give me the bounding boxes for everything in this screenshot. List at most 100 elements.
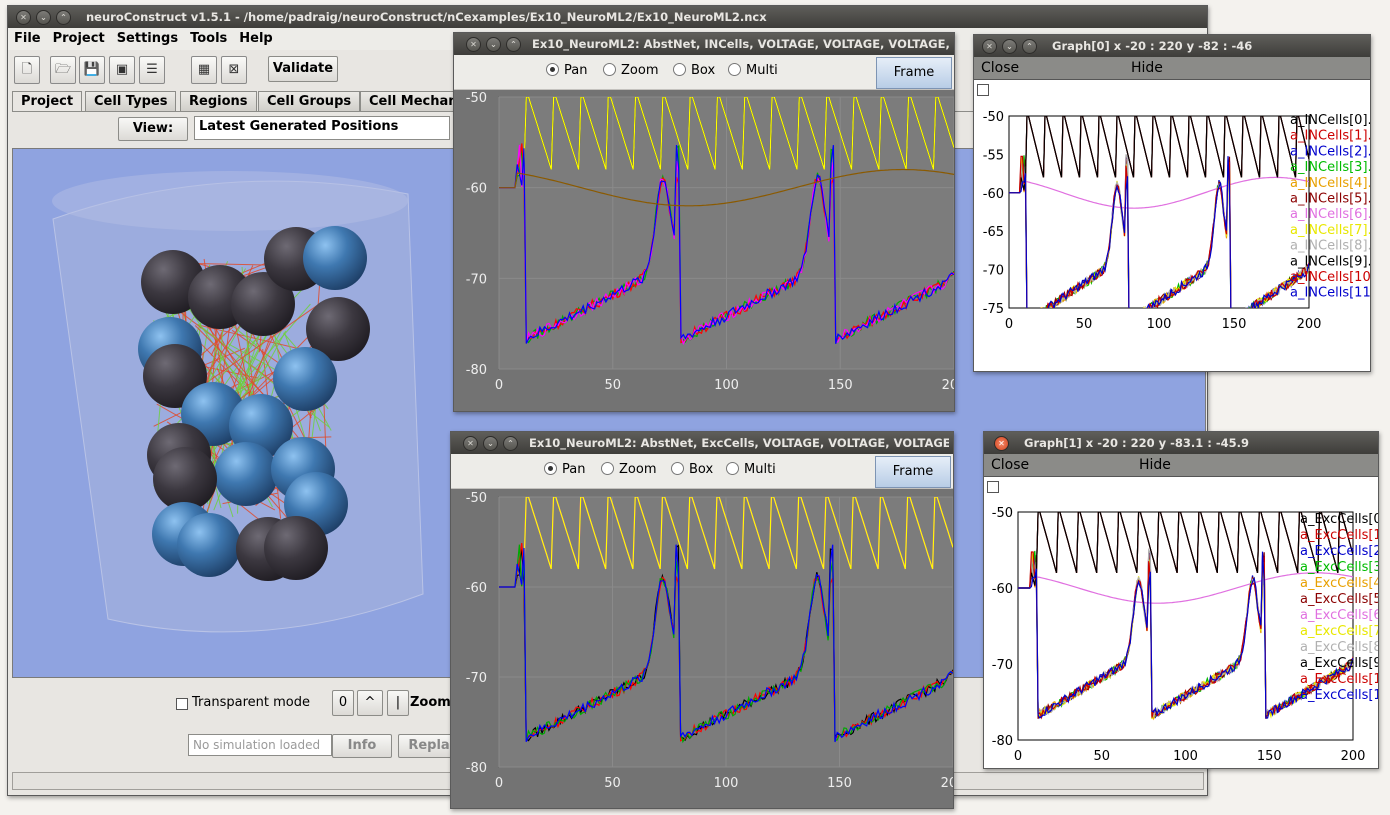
graph1-window: ✕ Graph[1] x -20 : 220 y -83.1 : -45.9 C… xyxy=(983,431,1379,769)
graph0-chart: 0 50 100 150 200 -50 -55 -60 -65 -70 -75 a_INCells[… xyxy=(983,110,1370,332)
legend-entry: a_ExcCells[5 xyxy=(1300,592,1378,607)
multi-radio[interactable]: Multi xyxy=(728,63,778,79)
menu-help[interactable]: Help xyxy=(233,28,278,50)
maximize-icon[interactable]: ⌃ xyxy=(1022,39,1037,54)
legend-entry: a_INCells[4]. xyxy=(1290,176,1370,191)
close-icon[interactable]: ✕ xyxy=(463,436,478,451)
cell-sphere xyxy=(264,516,328,580)
maximize-icon[interactable]: ⌃ xyxy=(506,37,521,52)
zoom-divider-button[interactable]: | xyxy=(387,690,409,716)
tab-cell-types[interactable]: Cell Types xyxy=(85,91,177,112)
x-tick-label: 150 xyxy=(828,378,853,393)
menu-file[interactable]: File xyxy=(8,28,47,50)
y-tick-label: -70 xyxy=(466,671,487,686)
zoom-radio[interactable]: Zoom xyxy=(603,63,658,79)
x-tick-label: 0 xyxy=(495,378,503,393)
plot-incells-titlebar[interactable]: ✕ ⌄ ⌃ Ex10_NeuroML2: AbstNet, INCells, V… xyxy=(454,33,954,55)
menu-tools[interactable]: Tools xyxy=(184,28,233,50)
legend-entry: a_ExcCells[4 xyxy=(1300,576,1378,591)
minimize-icon[interactable]: ⌄ xyxy=(36,10,51,25)
tab-project[interactable]: Project xyxy=(12,91,83,112)
legend-entry: a_ExcCells[3 xyxy=(1300,560,1378,575)
minimize-icon[interactable]: ⌄ xyxy=(1002,39,1017,54)
y-tick-label: -80 xyxy=(992,734,1013,749)
cell-sphere xyxy=(273,347,337,411)
maximize-icon[interactable]: ⌃ xyxy=(56,10,71,25)
view-button[interactable]: View: xyxy=(118,117,188,141)
plot-exc-chart: 0 50 100 150 200 -50 -60 -70 -80 xyxy=(466,491,953,791)
graph0-area[interactable]: 0 50 100 150 200 -50 -55 -60 -65 -70 -75 a_INCells[… xyxy=(974,80,1370,371)
graph1-hide-button[interactable]: Hide xyxy=(1139,454,1171,476)
simulation-field[interactable]: No simulation loaded xyxy=(188,734,332,756)
graph0-toolbar: Close Hide xyxy=(974,57,1370,80)
pan-radio[interactable]: Pan xyxy=(544,462,585,478)
menu-settings[interactable]: Settings xyxy=(111,28,184,50)
tab-cell-mechanisms[interactable]: Cell Mechan xyxy=(360,91,467,112)
frame-button[interactable]: Frame xyxy=(876,57,952,89)
validate-button[interactable]: Validate xyxy=(268,56,338,82)
close-icon[interactable]: ✕ xyxy=(994,436,1009,451)
y-tick-label: -60 xyxy=(466,182,487,197)
x-tick-label: 150 xyxy=(1257,749,1282,764)
preferences-icon[interactable]: ☰ xyxy=(139,56,165,84)
graph1-checkbox[interactable] xyxy=(987,481,999,493)
zoom-label: Zoom xyxy=(410,695,451,710)
graph1-titlebar[interactable]: ✕ Graph[1] x -20 : 220 y -83.1 : -45.9 xyxy=(984,432,1378,454)
graph0-checkbox[interactable] xyxy=(977,84,989,96)
new-project-icon[interactable]: 🗋 xyxy=(14,56,40,84)
legend-entry: a_ExcCells[7 xyxy=(1300,624,1378,639)
cell-sphere xyxy=(153,447,217,511)
x-tick-label: 0 xyxy=(1005,317,1013,332)
menu-project[interactable]: Project xyxy=(47,28,111,50)
legend-entry: a_INCells[10 xyxy=(1290,270,1370,285)
graph1-close-button[interactable]: Close xyxy=(991,454,1029,476)
plot-incells-mode-bar: Pan Zoom Box Multi Frame xyxy=(454,55,954,90)
close-icon[interactable]: ✕ xyxy=(16,10,31,25)
x-tick-label: 0 xyxy=(495,776,503,791)
tab-cell-groups[interactable]: Cell Groups xyxy=(258,91,361,112)
graph0-hide-button[interactable]: Hide xyxy=(1131,57,1163,79)
cell-sphere xyxy=(303,226,367,290)
zoom-radio[interactable]: Zoom xyxy=(601,462,656,478)
plot-exc-area[interactable]: 0 50 100 150 200 -50 -60 -70 -80 xyxy=(451,489,953,808)
close-project-icon[interactable]: ▣ xyxy=(109,56,135,84)
info-button[interactable]: Info xyxy=(332,734,392,758)
legend-entry: a_ExcCells[6 xyxy=(1300,608,1378,623)
window-title: neuroConstruct v1.5.1 - /home/padraig/ne… xyxy=(86,10,767,24)
box-radio[interactable]: Box xyxy=(673,63,715,79)
frame-button[interactable]: Frame xyxy=(875,456,951,488)
zoom-level-field[interactable]: 0 xyxy=(332,690,354,716)
legend-entry: a_INCells[2]. xyxy=(1290,144,1370,159)
close-icon[interactable]: ✕ xyxy=(982,39,997,54)
x-tick-label: 50 xyxy=(604,776,621,791)
graph0-titlebar[interactable]: ✕ ⌄ ⌃ Graph[0] x -20 : 220 y -82 : -46 xyxy=(974,35,1370,57)
plot-incells-area[interactable]: 0 50 100 150 200 -50 -60 -70 -80 xyxy=(454,90,954,411)
maximize-icon[interactable]: ⌃ xyxy=(503,436,518,451)
y-tick-label: -80 xyxy=(466,363,487,378)
minimize-icon[interactable]: ⌄ xyxy=(486,37,501,52)
y-tick-label: -70 xyxy=(992,658,1013,673)
close-icon[interactable]: ✕ xyxy=(466,37,481,52)
box-radio[interactable]: Box xyxy=(671,462,713,478)
transparent-mode-checkbox[interactable] xyxy=(176,698,188,710)
legend-entry: a_ExcCells[0 xyxy=(1300,512,1378,527)
x-tick-label: 100 xyxy=(714,776,739,791)
legend-entry: a_INCells[5]. xyxy=(1290,192,1370,207)
pan-radio[interactable]: Pan xyxy=(546,63,587,79)
graph1-area[interactable]: 0 50 100 150 200 -50 -60 -70 -80 a_ExcCells[0 a_Ex… xyxy=(984,477,1378,768)
zoom-up-button[interactable]: ^ xyxy=(357,690,383,716)
save-project-icon[interactable]: 💾 xyxy=(79,56,105,84)
main-titlebar[interactable]: ✕ ⌄ ⌃ neuroConstruct v1.5.1 - /home/padr… xyxy=(8,6,1207,28)
tab-regions[interactable]: Regions xyxy=(180,91,257,112)
view-selector[interactable]: Latest Generated Positions xyxy=(194,116,450,140)
plot-exc-titlebar[interactable]: ✕ ⌄ ⌃ Ex10_NeuroML2: AbstNet, ExcCells, … xyxy=(451,432,953,454)
multi-radio[interactable]: Multi xyxy=(726,462,776,478)
x-tick-label: 100 xyxy=(1173,749,1198,764)
exit-icon[interactable]: ⊠ xyxy=(221,56,247,84)
check-icon[interactable]: ▦ xyxy=(191,56,217,84)
plot-incells-chart: 0 50 100 150 200 -50 -60 -70 -80 xyxy=(466,91,954,393)
open-project-icon[interactable]: 🗁 xyxy=(50,56,76,84)
legend-entry: a_INCells[7]. xyxy=(1290,223,1370,238)
minimize-icon[interactable]: ⌄ xyxy=(483,436,498,451)
graph0-close-button[interactable]: Close xyxy=(981,57,1019,79)
